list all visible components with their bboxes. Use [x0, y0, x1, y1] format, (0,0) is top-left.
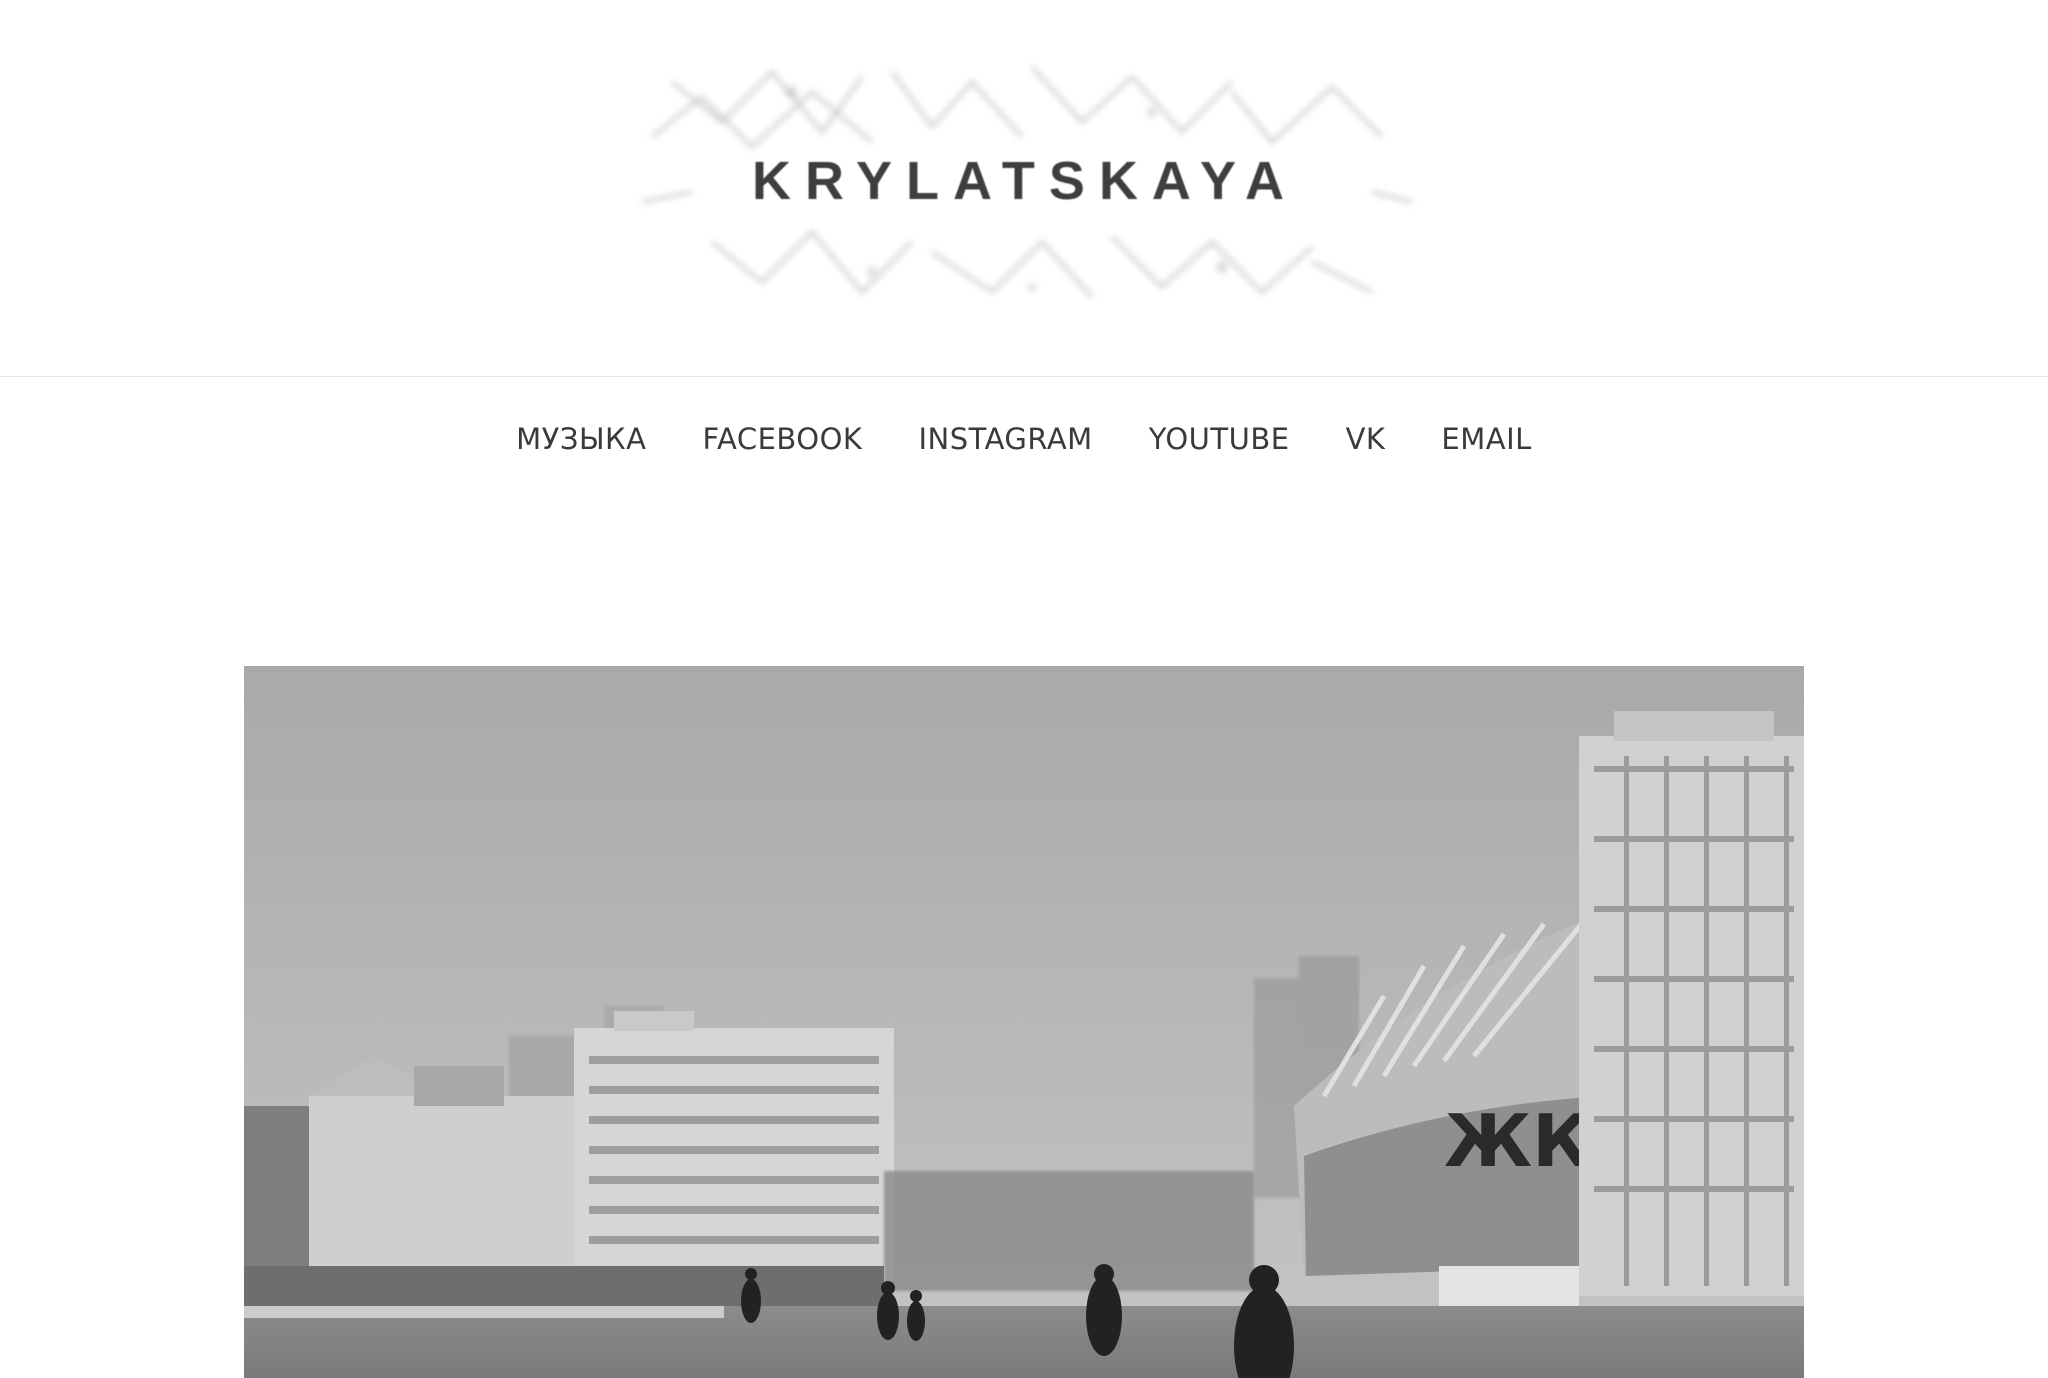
site-logo[interactable]: KRYLATSKAYA	[612, 52, 1438, 320]
header-divider	[0, 376, 2048, 377]
nav-item-facebook[interactable]: FACEBOOK	[674, 404, 890, 474]
site-header: KRYLATSKAYA	[0, 0, 2048, 376]
nav-item-vk[interactable]: VK	[1318, 404, 1414, 474]
nav-item-email[interactable]: EMAIL	[1413, 404, 1559, 474]
hero-photo-illustration: ЖК	[244, 666, 1804, 1378]
logo-wordmark: KRYLATSKAYA	[751, 151, 1299, 211]
hero-photo: ЖК	[244, 666, 1804, 1378]
treeline	[884, 1171, 1254, 1291]
main-navigation: МУЗЫКА FACEBOOK INSTAGRAM YOUTUBE VK EMA…	[0, 404, 2048, 474]
nav-item-muzyka[interactable]: МУЗЫКА	[488, 404, 674, 474]
central-building	[574, 1011, 894, 1288]
nav-item-youtube[interactable]: YOUTUBE	[1121, 404, 1318, 474]
nav-item-instagram[interactable]: INSTAGRAM	[890, 404, 1120, 474]
right-building	[1579, 711, 1804, 1296]
stadium-letters: ЖК	[1444, 1099, 1591, 1183]
